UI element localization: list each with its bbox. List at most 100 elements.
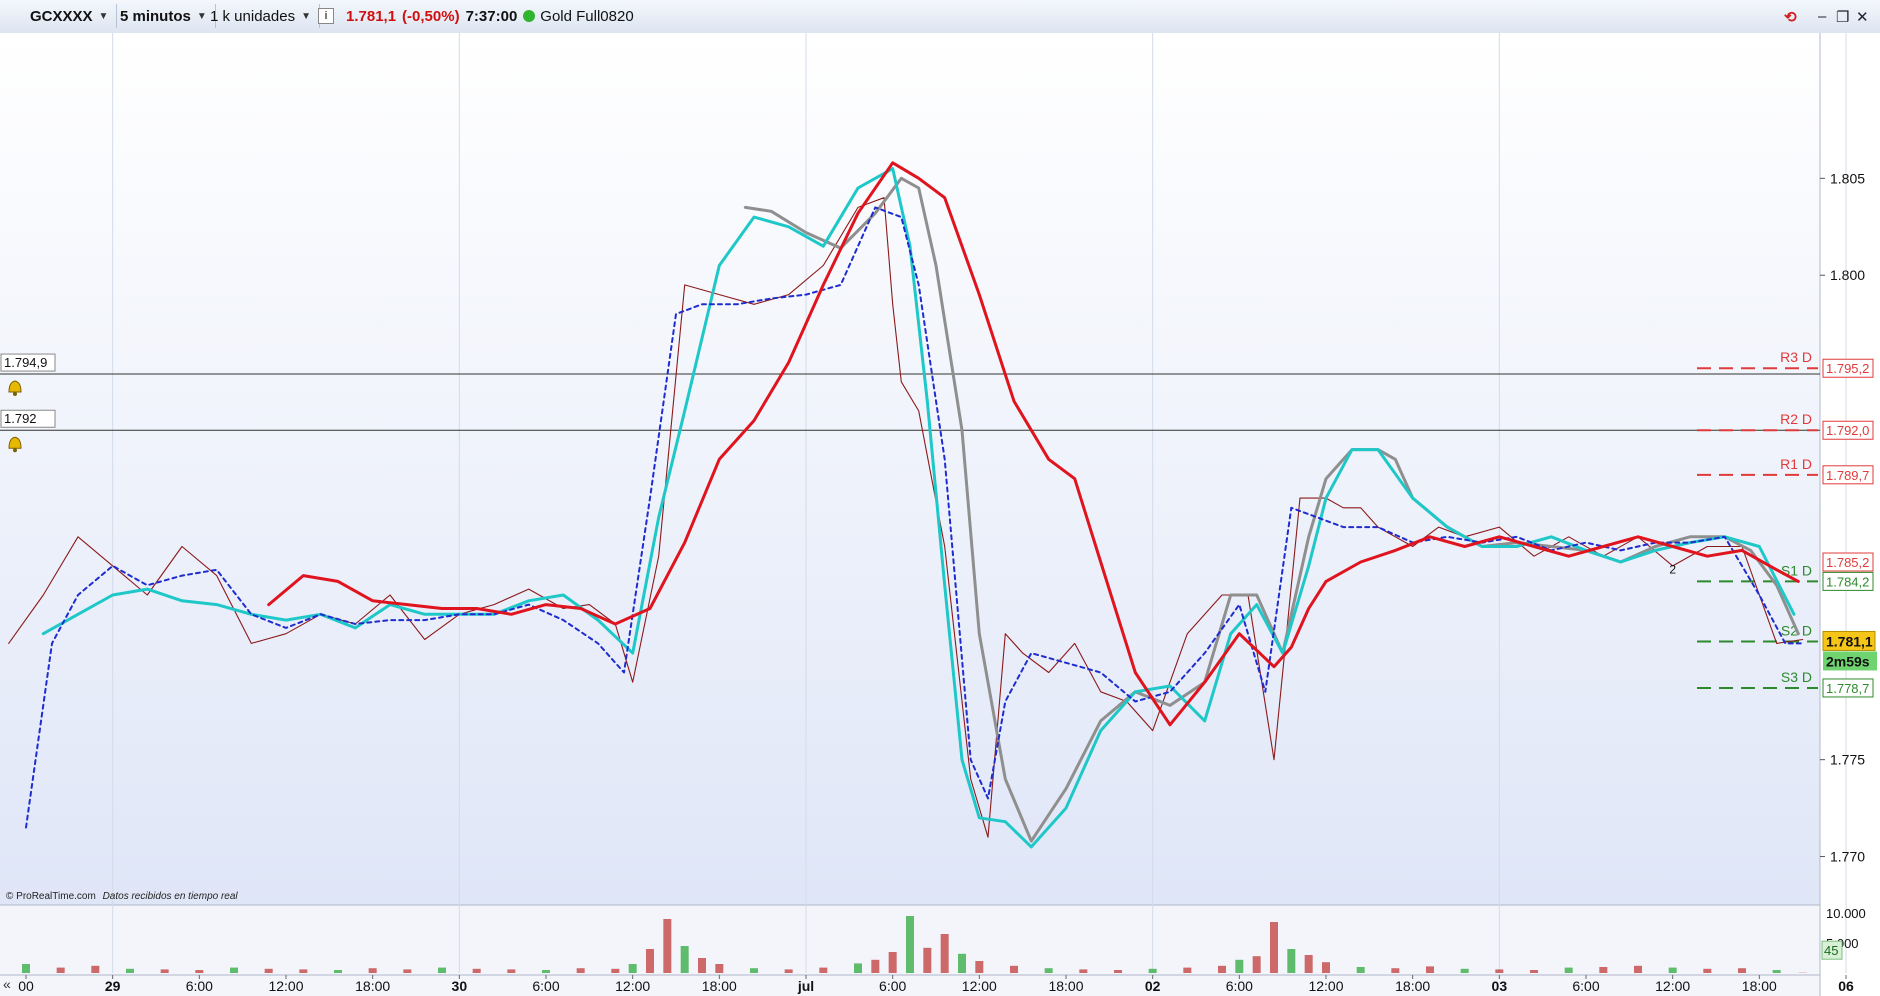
annotation-label: 2 <box>1669 563 1676 577</box>
volume-bar <box>646 949 654 973</box>
price-change: (-0,50%) <box>402 7 460 25</box>
volume-bar <box>663 919 672 973</box>
x-tick-label: 6:00 <box>186 978 213 994</box>
status-dot-icon <box>523 10 536 22</box>
x-tick-label: 6:00 <box>1572 978 1599 994</box>
volume-bar <box>871 959 880 973</box>
y-tick-label: 1.770 <box>1830 849 1865 865</box>
volume-bar <box>1564 967 1573 973</box>
timeframe-selector[interactable]: 5 minutos ▼ <box>112 4 216 28</box>
x-tick-label: jul <box>797 978 814 994</box>
volume-tick-label: 10.000 <box>1826 906 1866 921</box>
volume-bar <box>299 969 308 973</box>
volume-bar <box>611 968 620 973</box>
pivot-name: R3 D <box>1780 349 1812 365</box>
volume-bar <box>1079 969 1088 973</box>
volume-bar <box>906 916 914 973</box>
volume-bar <box>784 969 793 973</box>
volume-bar <box>1772 970 1781 973</box>
volume-bar <box>819 967 828 973</box>
volume-bar <box>542 970 550 973</box>
volume-bar <box>22 964 30 973</box>
x-tick-label: 00 <box>18 978 34 994</box>
alert-label: 1.792 <box>4 411 37 426</box>
volume-bar <box>576 968 585 973</box>
x-tick-label: 03 <box>1492 978 1508 994</box>
pivot-price-label: 1.778,7 <box>1826 681 1869 696</box>
credit-label: © ProRealTime.com Datos recibidos en tie… <box>6 891 238 902</box>
bell-clapper <box>13 392 17 397</box>
volume-bar <box>940 934 949 973</box>
volume-bar <box>1270 922 1278 973</box>
volume-bar <box>160 969 169 973</box>
x-tick-label: 18:00 <box>1048 978 1083 994</box>
bell-clapper <box>13 448 17 453</box>
x-tick-label: 18:00 <box>702 978 737 994</box>
volume-bar <box>1634 965 1642 973</box>
countdown-label: 2m59s <box>1826 653 1870 669</box>
volume-bar <box>854 963 862 973</box>
volume-bar <box>1530 970 1538 973</box>
volume-bar <box>1495 969 1504 973</box>
x-tick-label: 18:00 <box>355 978 390 994</box>
volume-bar <box>975 961 984 973</box>
x-tick-label: 12:00 <box>962 978 997 994</box>
volume-bar <box>334 970 342 973</box>
pivot-name: S3 D <box>1781 669 1812 685</box>
x-tick-label: 12:00 <box>1308 978 1343 994</box>
x-tick-label: 18:00 <box>1395 978 1430 994</box>
info-icon[interactable]: i <box>318 8 334 24</box>
units-selector[interactable]: 1 k unidades ▼ <box>202 4 320 28</box>
symbol-selector[interactable]: GCXXXX ▼ <box>22 4 118 28</box>
symbol-label: GCXXXX <box>30 7 93 25</box>
volume-bar <box>923 947 932 973</box>
price-chart[interactable]: 1.794,9 1.792 R3 D 1.795,2 R2 D 1.792,0 R1 D 1… <box>0 33 1880 996</box>
timeframe-label: 5 minutos <box>120 7 191 25</box>
volume-bar <box>1044 968 1053 973</box>
chevron-down-icon: ▼ <box>301 10 311 22</box>
plot-background <box>0 33 1820 905</box>
volume-bar <box>403 969 412 973</box>
volume-bar <box>1235 959 1244 973</box>
x-tick-label: 18:00 <box>1742 978 1777 994</box>
restore-icon[interactable]: ❐ <box>1836 8 1849 26</box>
volume-bar <box>1668 967 1677 973</box>
volume-bar <box>698 958 706 973</box>
minimize-icon[interactable]: – <box>1818 8 1826 25</box>
volume-bar <box>91 965 100 973</box>
volume-bar <box>1183 967 1192 973</box>
instrument-name: Gold Full0820 <box>540 7 634 25</box>
x-tick-label: 29 <box>105 978 121 994</box>
volume-bar <box>438 967 446 973</box>
x-tick-label: 12:00 <box>615 978 650 994</box>
volume-bar <box>750 968 758 973</box>
toolbar: GCXXXX ▼ 5 minutos ▼ 1 k unidades ▼ i 1.781… <box>0 0 1880 34</box>
pivot-price-label: 1.784,2 <box>1826 574 1869 589</box>
close-icon[interactable]: ✕ <box>1856 8 1869 26</box>
volume-bar <box>1114 970 1122 973</box>
volume-bar <box>888 952 897 973</box>
pivot-name: R1 D <box>1780 456 1812 472</box>
pivot-price-label: 1.789,7 <box>1826 468 1869 483</box>
volume-bar <box>368 968 377 973</box>
volume-bar <box>1304 955 1313 973</box>
volume-bar <box>680 946 689 973</box>
current-price-label: 1.781,1 <box>1826 633 1873 649</box>
volume-bar <box>195 970 204 973</box>
x-tick-label: 30 <box>452 978 468 994</box>
volume-bar <box>230 967 238 973</box>
volume-bar <box>126 968 134 973</box>
volume-bar <box>958 953 966 973</box>
volume-bar <box>1148 968 1157 973</box>
pivot-price-label: 1.795,2 <box>1826 361 1869 376</box>
sync-icon[interactable]: ⟲ <box>1784 8 1797 26</box>
volume-bar <box>1738 968 1746 973</box>
volume-bar <box>1218 965 1226 973</box>
x-tick-label: 6:00 <box>879 978 906 994</box>
alert-label: 1.794,9 <box>4 355 47 370</box>
last-price: 1.781,1 <box>346 7 397 25</box>
volume-bar <box>1287 949 1296 973</box>
scroll-left-icon[interactable]: « <box>3 976 11 992</box>
pivot-name: R2 D <box>1780 411 1812 427</box>
chevron-down-icon: ▼ <box>98 10 109 22</box>
